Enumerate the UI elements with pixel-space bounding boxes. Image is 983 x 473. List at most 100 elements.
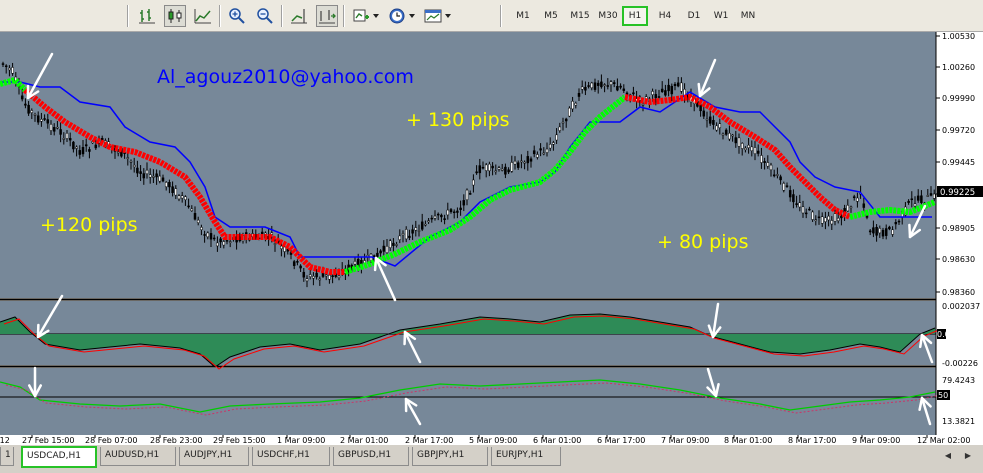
timeframe-m15[interactable]: M15 [568, 6, 592, 26]
candle-body [427, 220, 430, 223]
candle-body [753, 147, 757, 154]
price-tick-label: 0.98905 [942, 224, 975, 233]
candle-body [392, 242, 395, 246]
candle-body [750, 146, 754, 152]
email-watermark: Al_agouz2010@yahoo.com [157, 66, 414, 88]
timeframe-m1[interactable]: M1 [512, 6, 534, 26]
candle-body [449, 209, 453, 213]
tab-partial[interactable]: 1 [0, 447, 14, 466]
chart-shift-button[interactable] [288, 5, 310, 27]
candle-body [126, 157, 130, 159]
toolbar-separator [281, 5, 283, 27]
candle-body [888, 226, 891, 230]
scroll-left-icon[interactable]: ◀ [942, 450, 954, 462]
osc2-tick-label: 13.3821 [942, 417, 975, 426]
osc1-tick-label: -0.00226 [942, 359, 978, 368]
candle-body [929, 193, 933, 196]
timeframe-mn[interactable]: MN [737, 6, 759, 26]
candle-body [78, 150, 82, 155]
chevron-down-icon[interactable] [373, 13, 379, 19]
chevron-down-icon[interactable] [445, 13, 451, 19]
timeframe-w1[interactable]: W1 [710, 6, 732, 26]
candle-body [385, 245, 389, 253]
candle-body [305, 278, 309, 282]
chart-tab[interactable]: AUDJPY,H1 [179, 447, 249, 466]
candle-body [40, 119, 43, 122]
candle-body [561, 121, 565, 124]
timeframe-h1[interactable]: H1 [622, 6, 648, 26]
zoom-out-button[interactable] [254, 5, 276, 27]
time-tick-label: 1 Mar 09:00 [277, 436, 325, 444]
candle-body [84, 144, 88, 147]
periodicity-button[interactable] [386, 5, 408, 27]
time-tick-label: 12 Mar 02:00 [917, 436, 970, 444]
candle-body [382, 245, 386, 252]
candle-body [504, 166, 507, 175]
candle-body [676, 82, 680, 87]
timeframe-m30[interactable]: M30 [596, 6, 620, 26]
candle-body [72, 141, 75, 150]
scroll-right-icon[interactable]: ▶ [962, 450, 974, 462]
candle-body [315, 272, 318, 278]
candle-body [510, 162, 514, 172]
candle-body [414, 227, 418, 231]
candle-body [328, 274, 331, 280]
candle-body [756, 150, 760, 154]
chart-tab[interactable]: GBPUSD,H1 [333, 447, 409, 466]
candle-body [132, 164, 136, 168]
zoom-in-icon [229, 8, 245, 24]
chart-shift-icon [291, 9, 307, 24]
candle-body [734, 137, 738, 144]
timeframe-d1[interactable]: D1 [683, 6, 705, 26]
candle-body [872, 227, 875, 234]
chevron-down-icon[interactable] [409, 13, 415, 19]
candle-body [206, 232, 210, 238]
candle-body [4, 65, 8, 68]
candle-body [785, 185, 789, 187]
time-tick-label: 28 Feb 07:00 [85, 436, 137, 444]
candle-body [884, 228, 888, 236]
line-chart-button[interactable] [192, 5, 214, 27]
candle-body [542, 152, 546, 155]
candle-body [404, 229, 408, 240]
templates-button[interactable] [422, 5, 444, 27]
candle-body [920, 195, 923, 203]
candle-body [705, 118, 709, 121]
candle-body [526, 156, 530, 164]
chart-tab[interactable]: USDCAD,H1 [21, 446, 97, 468]
candle-body [894, 222, 898, 225]
chart-window[interactable]: 1.005301.002600.999900.997200.994450.991… [0, 32, 983, 444]
candle-body [411, 229, 414, 234]
candle-body [452, 211, 456, 214]
chart-tab[interactable]: USDCHF,H1 [252, 447, 330, 466]
candle-body [619, 85, 622, 88]
candle-body [833, 213, 837, 222]
chart-tab[interactable]: AUDUSD,H1 [100, 447, 176, 466]
main-chart-pane[interactable] [0, 32, 936, 298]
indicators-button[interactable] [350, 5, 372, 27]
candle-body [817, 216, 821, 219]
candle-body [88, 149, 91, 152]
candle-body [846, 204, 850, 212]
candle-body [222, 241, 226, 246]
candle-body [491, 165, 494, 169]
timeframe-m5[interactable]: M5 [540, 6, 562, 26]
rsi-pane[interactable] [0, 368, 936, 435]
auto-scroll-button[interactable] [316, 5, 338, 27]
candle-body [673, 83, 677, 86]
timeframe-h4[interactable]: H4 [654, 6, 676, 26]
chart-tabs-bar: 1 USDCAD,H1 AUDUSD,H1 AUDJPY,H1 USDCHF,H1 GB… [0, 444, 983, 473]
candle-body [513, 160, 517, 165]
candle-body [708, 116, 712, 124]
line-chart-icon [194, 9, 211, 24]
chart-tab[interactable]: EURJPY,H1 [491, 447, 561, 466]
chart-tab[interactable]: GBPJPY,H1 [412, 447, 488, 466]
bar-chart-button[interactable] [136, 5, 158, 27]
price-chart[interactable]: 1.005301.002600.999900.997200.994450.991… [0, 32, 983, 444]
candle-body [462, 200, 466, 206]
time-tick-label: 8 Mar 01:00 [724, 436, 772, 444]
candle-body [436, 213, 440, 216]
zoom-in-button[interactable] [226, 5, 248, 27]
candle-body [212, 237, 216, 240]
candlestick-chart-button[interactable] [164, 5, 186, 27]
